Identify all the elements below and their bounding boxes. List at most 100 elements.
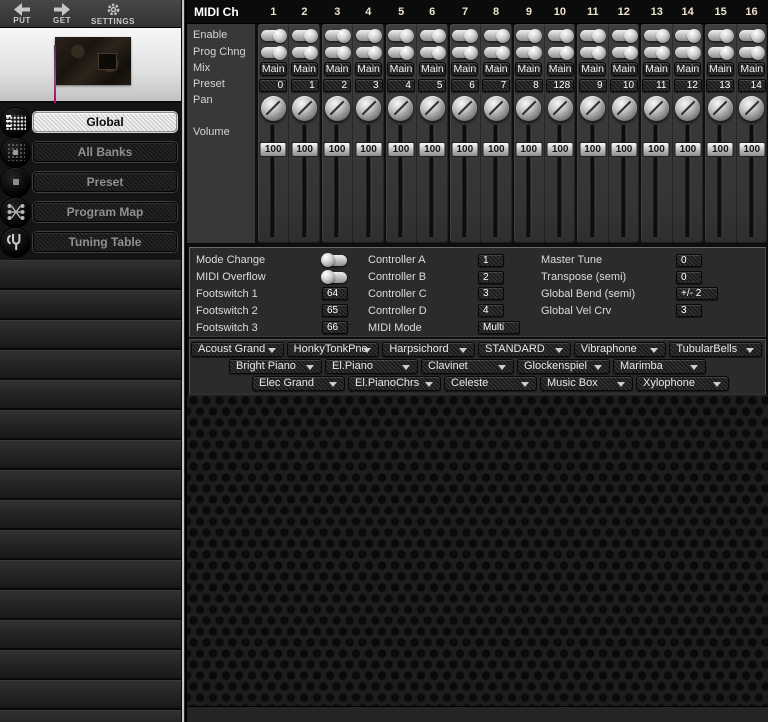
fader-cap[interactable]: 100 [387, 142, 415, 157]
prog-chng-toggle[interactable] [483, 45, 510, 60]
volume-fader[interactable]: 100 [577, 123, 607, 239]
volume-fader[interactable]: 100 [481, 123, 511, 239]
tuning-table-button[interactable]: Tuning Table [33, 232, 177, 252]
pan-knob[interactable] [739, 95, 765, 121]
volume-fader[interactable]: 100 [289, 123, 319, 239]
instrument-select-el-pianochrs[interactable]: El.PianoChrs [348, 376, 441, 391]
enable-toggle[interactable] [707, 28, 734, 43]
enable-toggle[interactable] [580, 28, 607, 43]
mix-button[interactable]: Main [355, 62, 383, 76]
instrument-select-tubularbells[interactable]: TubularBells [669, 342, 763, 357]
fader-cap[interactable]: 100 [610, 142, 638, 157]
prog-chng-toggle[interactable] [580, 45, 607, 60]
prog-chng-toggle[interactable] [739, 45, 766, 60]
controller-a-field[interactable]: 1 [478, 253, 504, 267]
preset-field[interactable]: 11 [642, 78, 671, 92]
preset-field[interactable]: 14 [737, 78, 766, 92]
enable-toggle[interactable] [292, 28, 319, 43]
prog-chng-toggle[interactable] [452, 45, 479, 60]
preset-field[interactable]: 2 [323, 78, 352, 92]
volume-fader[interactable]: 100 [673, 123, 703, 239]
enable-toggle[interactable] [547, 28, 574, 43]
enable-toggle[interactable] [643, 28, 670, 43]
volume-fader[interactable]: 100 [258, 123, 288, 239]
global-vel-crv-field[interactable]: 3 [676, 304, 702, 318]
fader-cap[interactable]: 100 [291, 142, 319, 157]
preset-field[interactable]: 7 [482, 78, 511, 92]
prog-chng-toggle[interactable] [419, 45, 446, 60]
volume-fader[interactable]: 100 [514, 123, 544, 239]
volume-fader[interactable]: 100 [417, 123, 447, 239]
preset-field[interactable]: 128 [546, 78, 575, 92]
fader-cap[interactable]: 100 [706, 142, 734, 157]
pan-knob[interactable] [516, 95, 542, 121]
put-button[interactable]: PUT [2, 0, 42, 27]
instrument-select-xylophone[interactable]: Xylophone [636, 376, 729, 391]
footswitch-2-field[interactable]: 65 [322, 304, 348, 318]
mix-button[interactable]: Main [738, 62, 766, 76]
prog-chng-toggle[interactable] [547, 45, 574, 60]
mix-button[interactable]: Main [642, 62, 670, 76]
pan-knob[interactable] [324, 95, 350, 121]
preset-field[interactable]: 8 [514, 78, 543, 92]
prog-chng-toggle[interactable] [643, 45, 670, 60]
mix-button[interactable]: Main [387, 62, 415, 76]
enable-toggle[interactable] [356, 28, 383, 43]
pan-knob[interactable] [675, 95, 701, 121]
enable-toggle[interactable] [260, 28, 287, 43]
instrument-select-elec-grand[interactable]: Elec Grand [252, 376, 345, 391]
instrument-select-el-piano[interactable]: El.Piano [325, 359, 418, 374]
preset-field[interactable]: 1 [290, 78, 319, 92]
volume-fader[interactable]: 100 [353, 123, 383, 239]
fader-cap[interactable]: 100 [546, 142, 574, 157]
all-banks-button[interactable]: All Banks [33, 142, 177, 162]
prog-chng-toggle[interactable] [707, 45, 734, 60]
global-bend-semi-field[interactable]: +/- 2 [676, 287, 718, 301]
pan-knob[interactable] [611, 95, 637, 121]
instrument-select-harpsichord[interactable]: Harpsichord [382, 342, 476, 357]
mix-button[interactable]: Main [706, 62, 734, 76]
mode-change-toggle[interactable] [321, 253, 347, 268]
pan-knob[interactable] [356, 95, 382, 121]
controller-b-field[interactable]: 2 [478, 270, 504, 284]
preset-field[interactable]: 10 [610, 78, 639, 92]
volume-fader[interactable]: 100 [737, 123, 767, 239]
fader-cap[interactable]: 100 [355, 142, 383, 157]
volume-fader[interactable]: 100 [609, 123, 639, 239]
footswitch-1-field[interactable]: 64 [322, 287, 348, 301]
controller-c-field[interactable]: 3 [478, 287, 504, 301]
fader-cap[interactable]: 100 [418, 142, 446, 157]
preset-field[interactable]: 4 [386, 78, 415, 92]
enable-toggle[interactable] [611, 28, 638, 43]
prog-chng-toggle[interactable] [675, 45, 702, 60]
instrument-select-honkytonkpno[interactable]: HonkyTonkPno [286, 342, 380, 357]
pan-knob[interactable] [643, 95, 669, 121]
instrument-select-acoust-grand[interactable]: Acoust Grand [191, 342, 284, 357]
master-tune-field[interactable]: 0 [676, 253, 702, 267]
enable-toggle[interactable] [516, 28, 543, 43]
pan-knob[interactable] [292, 95, 318, 121]
volume-fader[interactable]: 100 [705, 123, 735, 239]
instrument-select-marimba[interactable]: Marimba [613, 359, 706, 374]
volume-fader[interactable]: 100 [322, 123, 352, 239]
pan-knob[interactable] [388, 95, 414, 121]
pan-knob[interactable] [260, 95, 286, 121]
fader-cap[interactable]: 100 [674, 142, 702, 157]
enable-toggle[interactable] [419, 28, 446, 43]
enable-toggle[interactable] [324, 28, 351, 43]
volume-fader[interactable]: 100 [386, 123, 416, 239]
enable-toggle[interactable] [739, 28, 766, 43]
instrument-select-music-box[interactable]: Music Box [540, 376, 633, 391]
mix-button[interactable]: Main [674, 62, 702, 76]
mix-button[interactable]: Main [418, 62, 446, 76]
global-button[interactable]: Global [33, 112, 177, 132]
preset-field[interactable]: 3 [354, 78, 383, 92]
instrument-select-celeste[interactable]: Celeste [444, 376, 537, 391]
fader-cap[interactable]: 100 [323, 142, 351, 157]
fader-cap[interactable]: 100 [642, 142, 670, 157]
enable-toggle[interactable] [483, 28, 510, 43]
prog-chng-toggle[interactable] [516, 45, 543, 60]
fader-cap[interactable]: 100 [738, 142, 766, 157]
preset-field[interactable]: 12 [673, 78, 702, 92]
fader-cap[interactable]: 100 [451, 142, 479, 157]
